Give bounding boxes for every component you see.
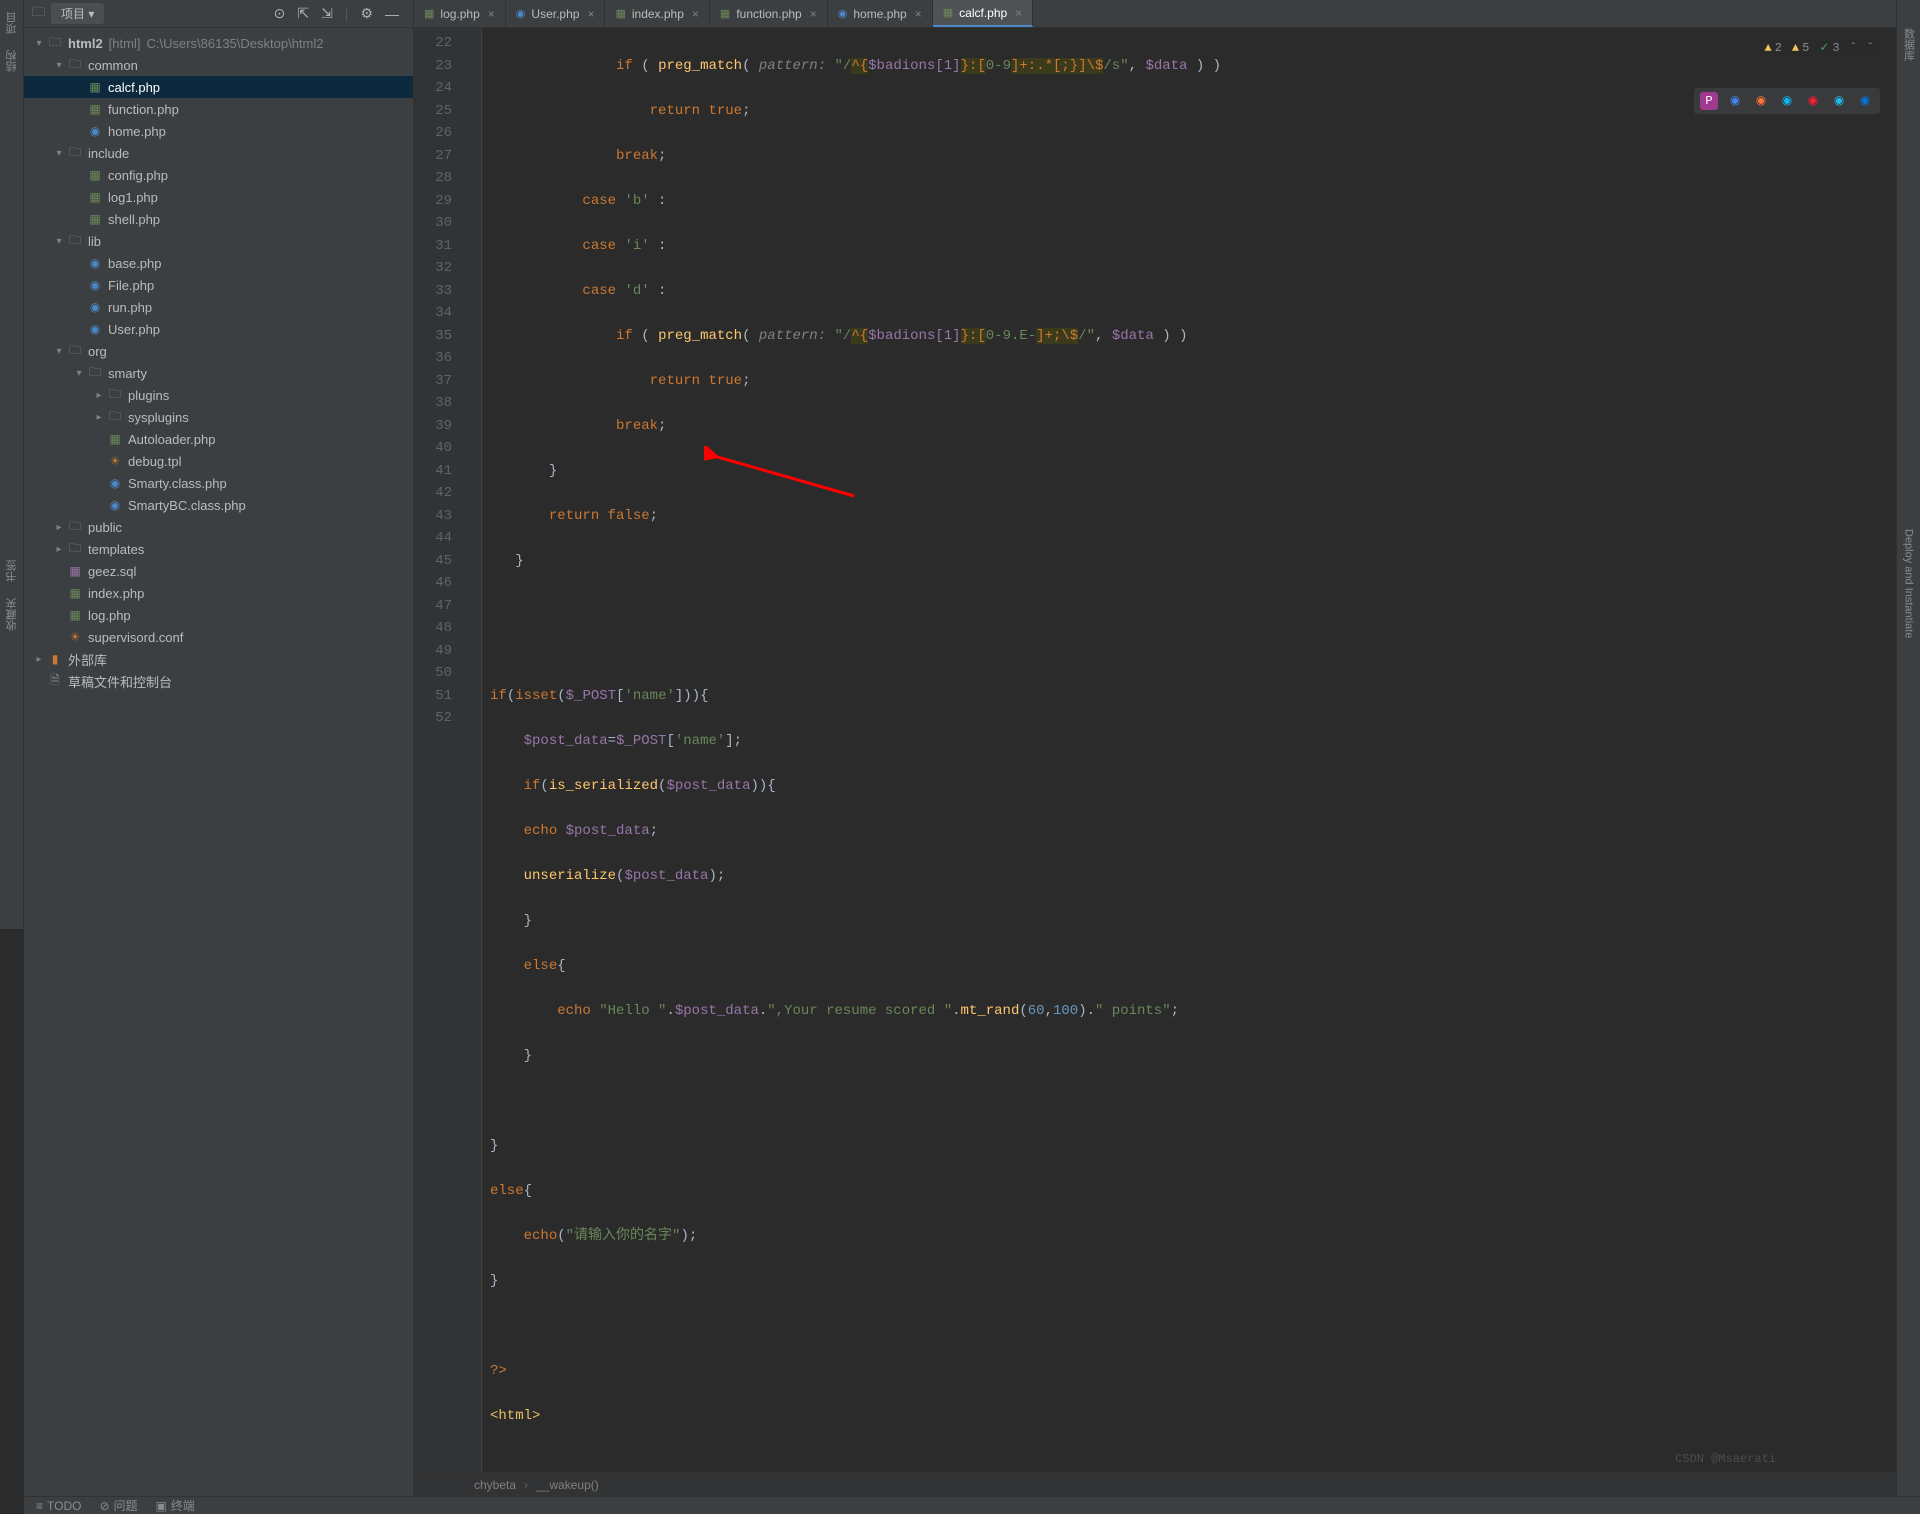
tree-file-calcf[interactable]: ▦calcf.php: [24, 76, 413, 98]
weak-warning-icon: ▲: [1792, 41, 1799, 55]
tree-file-index[interactable]: ▦index.php: [24, 582, 413, 604]
tree-folder-smarty[interactable]: 🗀smarty: [24, 362, 413, 384]
tree-file-run[interactable]: ◉run.php: [24, 296, 413, 318]
tree-file-geez[interactable]: ▦geez.sql: [24, 560, 413, 582]
sidebar-toolbar: 🗀 项目 ▾ ⊙ ⇱ ⇲ | ⚙ —: [24, 0, 413, 28]
tab-user[interactable]: ◉User.php×: [506, 0, 606, 27]
warning-icon: ▲: [1765, 41, 1772, 55]
structure-tool-tab[interactable]: 结构: [4, 50, 20, 72]
tree-folder-sysplugins[interactable]: 🗀sysplugins: [24, 406, 413, 428]
close-icon[interactable]: ×: [587, 7, 594, 21]
tree-file-file[interactable]: ◉File.php: [24, 274, 413, 296]
tree-file-smartybc-class[interactable]: ◉SmartyBC.class.php: [24, 494, 413, 516]
chevron-down-icon[interactable]: ˇ: [1867, 41, 1874, 55]
edge-icon[interactable]: ◉: [1856, 92, 1874, 110]
expand-icon[interactable]: ⇱: [297, 5, 309, 22]
editor-main: ▦log.php× ◉User.php× ▦index.php× ▦functi…: [414, 0, 1896, 1496]
tree-folder-common[interactable]: 🗀common: [24, 54, 413, 76]
safari-icon[interactable]: ◉: [1778, 92, 1796, 110]
tree-folder-plugins[interactable]: 🗀plugins: [24, 384, 413, 406]
tree-file-supervisord[interactable]: ☀supervisord.conf: [24, 626, 413, 648]
code-content[interactable]: if ( preg_match( pattern: "/^{$badions[1…: [482, 28, 1896, 1472]
database-tool-tab[interactable]: 数据库: [1901, 28, 1917, 61]
bottom-tool-bar: ≡ TODO ⊘ 问题 ▣ 终端: [24, 1496, 1920, 1514]
tree-folder-public[interactable]: 🗀public: [24, 516, 413, 538]
browser-preview-palette[interactable]: P ◉ ◉ ◉ ◉ ◉ ◉: [1694, 88, 1880, 114]
tree-file-autoloader[interactable]: ▦Autoloader.php: [24, 428, 413, 450]
breadcrumb[interactable]: chybeta›__wakeup(): [414, 1472, 1896, 1496]
problems-tool[interactable]: ⊘ 问题: [99, 1497, 137, 1514]
fold-column[interactable]: [464, 28, 482, 1472]
tab-log[interactable]: ▦log.php×: [414, 0, 506, 27]
ie-icon[interactable]: ◉: [1830, 92, 1848, 110]
close-icon[interactable]: ×: [810, 7, 817, 21]
line-gutter: 2223242526272829303132333435363738394041…: [414, 28, 464, 1472]
left-tool-strip: 项目 结构 书签 收藏夹: [0, 0, 24, 929]
tree-file-shell[interactable]: ▦shell.php: [24, 208, 413, 230]
tree-folder-org[interactable]: 🗀org: [24, 340, 413, 362]
chevron-up-icon[interactable]: ˆ: [1850, 41, 1857, 55]
right-tool-strip: 数据库 Deploy and Instantiate: [1896, 0, 1920, 1496]
tree-folder-templates[interactable]: 🗀templates: [24, 538, 413, 560]
tree-file-config[interactable]: ▦config.php: [24, 164, 413, 186]
close-icon[interactable]: ×: [1015, 6, 1022, 20]
locate-icon[interactable]: ⊙: [274, 5, 286, 22]
tab-function[interactable]: ▦function.php×: [710, 0, 828, 27]
firefox-icon[interactable]: ◉: [1752, 92, 1770, 110]
todo-tool[interactable]: ≡ TODO: [36, 1499, 81, 1513]
tab-bar: ▦log.php× ◉User.php× ▦index.php× ▦functi…: [414, 0, 1896, 28]
tree-scratches[interactable]: 🗎草稿文件和控制台: [24, 670, 413, 692]
chrome-icon[interactable]: ◉: [1726, 92, 1744, 110]
tree-external-libs[interactable]: ▮外部库: [24, 648, 413, 670]
project-dropdown[interactable]: 项目 ▾: [51, 3, 104, 24]
tab-home[interactable]: ◉home.php×: [828, 0, 933, 27]
opera-icon[interactable]: ◉: [1804, 92, 1822, 110]
gear-icon[interactable]: ⚙: [360, 5, 373, 22]
tree-file-base[interactable]: ◉base.php: [24, 252, 413, 274]
editor-area[interactable]: 2223242526272829303132333435363738394041…: [414, 28, 1896, 1472]
project-sidebar: 🗀 项目 ▾ ⊙ ⇱ ⇲ | ⚙ — 🗀html2[html]C:\Users\…: [24, 0, 414, 1496]
tree-folder-include[interactable]: 🗀include: [24, 142, 413, 164]
tree-file-debug[interactable]: ☀debug.tpl: [24, 450, 413, 472]
close-icon[interactable]: ×: [488, 7, 495, 21]
project-tool-tab[interactable]: 项目: [4, 12, 20, 34]
tab-calcf[interactable]: ▦calcf.php×: [933, 0, 1033, 27]
tree-root[interactable]: 🗀html2[html]C:\Users\86135\Desktop\html2: [24, 32, 413, 54]
terminal-tool[interactable]: ▣ 终端: [156, 1497, 195, 1514]
favorites-tool-tab[interactable]: 收藏夹: [4, 598, 20, 631]
bookmarks-tool-tab[interactable]: 书签: [4, 560, 20, 582]
tree-file-user[interactable]: ◉User.php: [24, 318, 413, 340]
phpstorm-icon[interactable]: P: [1700, 92, 1718, 110]
deploy-tool-tab[interactable]: Deploy and Instantiate: [1903, 529, 1915, 638]
project-tree[interactable]: 🗀html2[html]C:\Users\86135\Desktop\html2…: [24, 28, 413, 1496]
tree-file-function[interactable]: ▦function.php: [24, 98, 413, 120]
tree-file-log1[interactable]: ▦log1.php: [24, 186, 413, 208]
divider: |: [345, 6, 349, 22]
close-icon[interactable]: ×: [692, 7, 699, 21]
hide-icon[interactable]: —: [385, 6, 399, 22]
tree-file-log[interactable]: ▦log.php: [24, 604, 413, 626]
typo-icon: ✓: [1819, 40, 1829, 55]
tab-index[interactable]: ▦index.php×: [605, 0, 709, 27]
folder-icon: 🗀: [32, 3, 45, 25]
tree-folder-lib[interactable]: 🗀lib: [24, 230, 413, 252]
close-icon[interactable]: ×: [915, 7, 922, 21]
tree-file-smarty-class[interactable]: ◉Smarty.class.php: [24, 472, 413, 494]
collapse-icon[interactable]: ⇲: [321, 5, 333, 22]
watermark: CSDN @Msaerati: [1675, 1452, 1776, 1466]
inspections-widget[interactable]: ▲2 ▲5 ✓3 ˆ ˇ: [1759, 38, 1880, 57]
tree-file-home[interactable]: ◉home.php: [24, 120, 413, 142]
